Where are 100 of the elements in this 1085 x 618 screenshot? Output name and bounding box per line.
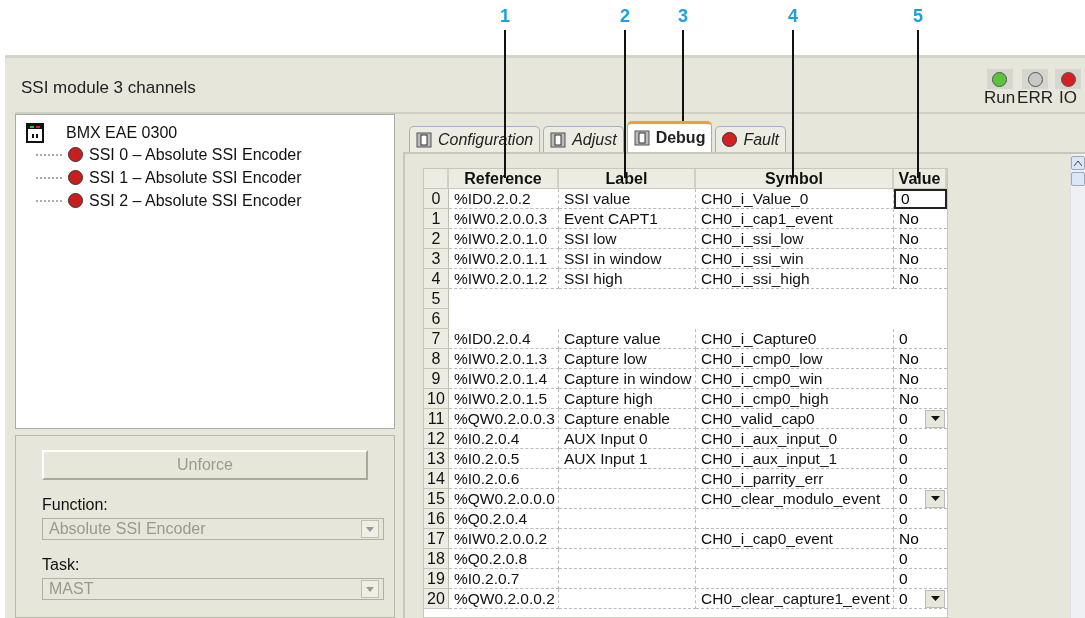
tree-item[interactable]: BMX EAE 0300 — [66, 124, 178, 142]
table-cell: CH0_i_ssi_low — [696, 229, 894, 249]
value-field[interactable]: No — [894, 349, 947, 369]
led-label: IO — [1059, 89, 1077, 107]
table-cell: Capture value — [559, 329, 696, 349]
column-header: Value — [894, 169, 947, 189]
row-number: 1 — [424, 209, 449, 229]
value-field[interactable]: 0 — [894, 329, 947, 349]
value-field[interactable]: 0 — [894, 429, 947, 449]
table-cell: AUX Input 0 — [559, 429, 696, 449]
callout-number: 2 — [620, 6, 630, 27]
value-field[interactable]: No — [894, 529, 947, 549]
value-field[interactable]: No — [894, 249, 947, 269]
table-cell: %QW0.2.0.0.0 — [449, 489, 559, 509]
value-field[interactable]: 0 — [894, 449, 947, 469]
caret-icon — [930, 596, 940, 601]
callout-number: 4 — [788, 6, 798, 27]
table-cell: %I0.2.0.4 — [449, 429, 559, 449]
scroll-thumb[interactable] — [1071, 172, 1085, 186]
table-cell: %I0.2.0.6 — [449, 469, 559, 489]
value-field[interactable]: 0 — [894, 189, 947, 209]
row-number: 14 — [424, 469, 449, 489]
table-cell: %I0.2.0.5 — [449, 449, 559, 469]
field-label: Function: — [42, 496, 109, 514]
row-number: 0 — [424, 189, 449, 209]
tree-item[interactable]: SSI 2 – Absolute SSI Encoder — [89, 191, 302, 210]
value-field[interactable]: No — [894, 369, 947, 389]
value-field[interactable]: 0 — [894, 509, 947, 529]
table-cell: SSI low — [559, 229, 696, 249]
caret-icon — [366, 586, 374, 592]
table-cell: Event CAPT1 — [559, 209, 696, 229]
column-header: Symbol — [696, 169, 894, 189]
caret-icon — [366, 526, 374, 532]
row-number: 19 — [424, 569, 449, 589]
column-header: Label — [559, 169, 696, 189]
tab[interactable]: Adjust — [543, 126, 624, 152]
value-dropdown[interactable]: 0 — [894, 589, 947, 609]
row-number: 4 — [424, 269, 449, 289]
tab[interactable]: Debug — [626, 121, 713, 152]
fault-icon — [722, 132, 738, 147]
value-field[interactable]: 0 — [894, 569, 947, 589]
table-cell: AUX Input 1 — [559, 449, 696, 469]
row-number: 18 — [424, 549, 449, 569]
table-cell: %ID0.2.0.2 — [449, 189, 559, 209]
row-number: 7 — [424, 329, 449, 349]
caret-icon — [930, 496, 940, 501]
row-number: 13 — [424, 449, 449, 469]
value-field[interactable]: 0 — [894, 469, 947, 489]
value-field[interactable]: No — [894, 229, 947, 249]
tab[interactable]: Fault — [715, 126, 786, 152]
row-number: 6 — [424, 309, 449, 329]
table-cell: %IW0.2.0.1.0 — [449, 229, 559, 249]
scrollbar[interactable] — [1070, 154, 1085, 618]
tree-item[interactable]: SSI 1 – Absolute SSI Encoder — [89, 168, 302, 187]
table-cell: %IW0.2.0.1.1 — [449, 249, 559, 269]
table-cell: SSI in window — [559, 249, 696, 269]
table-cell: %ID0.2.0.4 — [449, 329, 559, 349]
table-cell: SSI value — [559, 189, 696, 209]
table-cell: CH0_i_Capture0 — [696, 329, 894, 349]
value-field[interactable]: No — [894, 269, 947, 289]
table-cell: CH0_i_cmp0_high — [696, 389, 894, 409]
value-dropdown[interactable]: 0 — [894, 489, 947, 509]
table-cell: CH0_i_cap0_event — [696, 529, 894, 549]
table-cell: Capture in window — [559, 369, 696, 389]
row-number: 9 — [424, 369, 449, 389]
table-cell: CH0_i_aux_input_0 — [696, 429, 894, 449]
table-cell: %Q0.2.0.8 — [449, 549, 559, 569]
led-label: ERR — [1017, 89, 1053, 107]
callout-number: 3 — [678, 6, 688, 27]
row-number: 11 — [424, 409, 449, 429]
module-icon — [416, 131, 432, 148]
row-number: 15 — [424, 489, 449, 509]
table-cell: CH0_i_cmp0_win — [696, 369, 894, 389]
value-field[interactable]: 0 — [894, 549, 947, 569]
table-cell: CH0_i_parrity_err — [696, 469, 894, 489]
table-cell: Capture enable — [559, 409, 696, 429]
table-cell: %Q0.2.0.4 — [449, 509, 559, 529]
table-cell: CH0_i_cmp0_low — [696, 349, 894, 369]
table-cell: Capture low — [559, 349, 696, 369]
table-cell: SSI high — [559, 269, 696, 289]
row-number: 3 — [424, 249, 449, 269]
tree-item[interactable]: SSI 0 – Absolute SSI Encoder — [89, 145, 302, 164]
row-number: 5 — [424, 289, 449, 309]
row-number: 17 — [424, 529, 449, 549]
value-dropdown[interactable]: 0 — [894, 409, 947, 429]
row-number: 12 — [424, 429, 449, 449]
caret-icon — [930, 416, 940, 421]
table-cell: %QW0.2.0.0.3 — [449, 409, 559, 429]
row-number: 2 — [424, 229, 449, 249]
module-icon — [550, 131, 567, 148]
field-label: Task: — [42, 556, 81, 574]
value-field[interactable]: No — [894, 389, 947, 409]
table-cell: %IW0.2.0.0.3 — [449, 209, 559, 229]
led-label: Run — [983, 89, 1016, 107]
row-number: 8 — [424, 349, 449, 369]
module-icon — [26, 123, 44, 143]
callout-number: 5 — [913, 6, 923, 27]
value-field[interactable]: No — [894, 209, 947, 229]
table-cell: CH0_i_aux_input_1 — [696, 449, 894, 469]
module-title: SSI module 3 channels — [21, 78, 196, 98]
